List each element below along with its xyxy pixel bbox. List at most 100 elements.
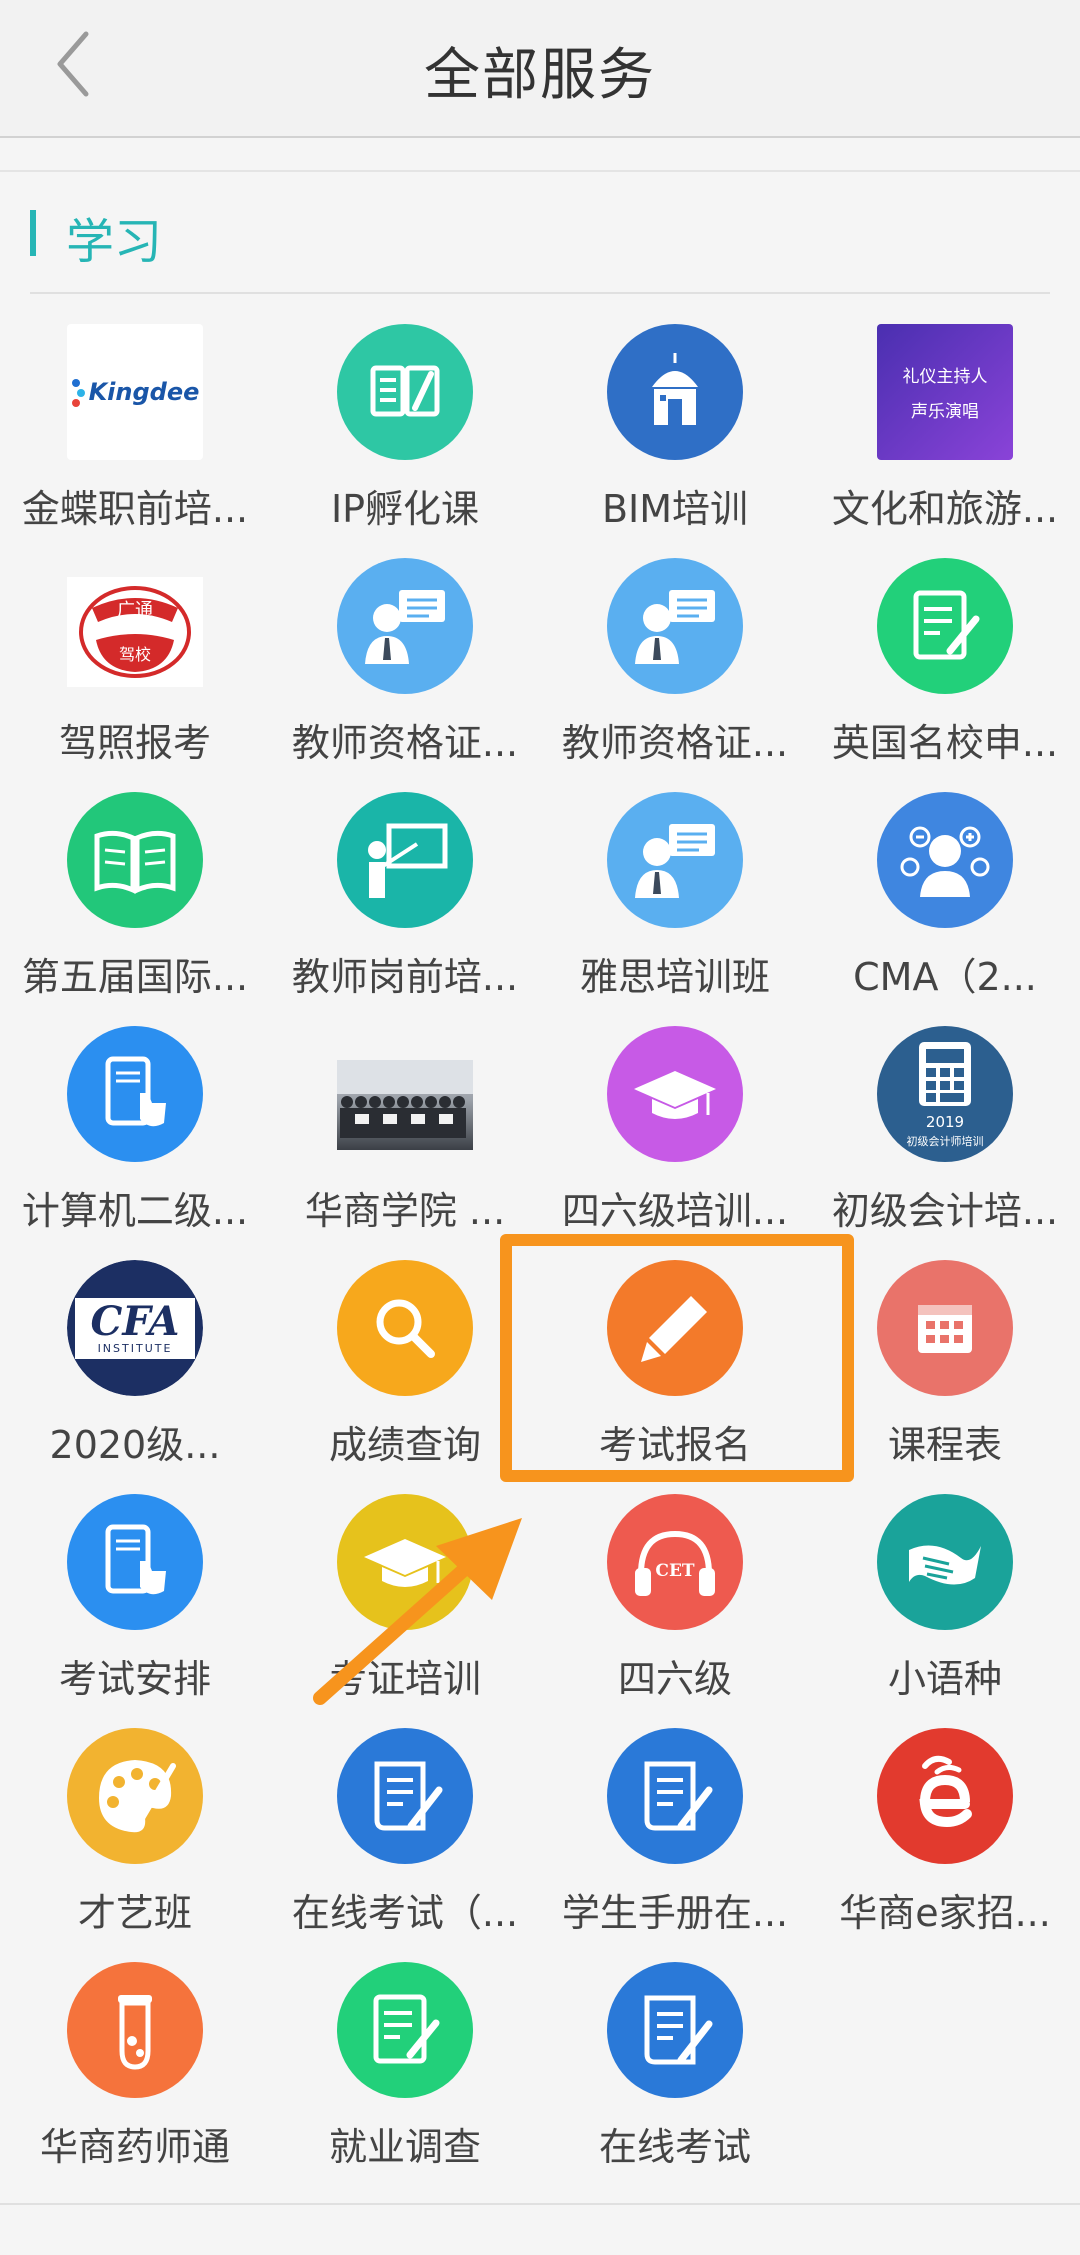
tablet-touch-icon bbox=[67, 1026, 203, 1162]
service-label: 四六级培训... bbox=[561, 1189, 789, 1233]
group-photo-thumbnail bbox=[337, 1026, 473, 1162]
graduation-cap-icon bbox=[607, 1026, 743, 1162]
service-tile[interactable]: 第五届国际... bbox=[0, 778, 270, 1012]
service-label: 教师资格证... bbox=[561, 721, 789, 765]
section-accent-bar bbox=[30, 210, 36, 256]
section-header: 学习 bbox=[0, 198, 1080, 294]
arrow-annotation-icon bbox=[313, 1518, 522, 1705]
service-tile[interactable]: 礼仪主持人声乐演唱文化和旅游... bbox=[810, 310, 1080, 544]
cfa-logo-text: CFA bbox=[90, 1297, 180, 1345]
e-logo-icon bbox=[877, 1728, 1013, 1864]
service-label: 英国名校申... bbox=[831, 721, 1059, 765]
service-label: 教师岗前培... bbox=[291, 955, 519, 999]
calculator-year-label: 2019 bbox=[926, 1113, 964, 1131]
service-label: 四六级 bbox=[617, 1657, 732, 1701]
page-title: 全部服务 bbox=[424, 43, 656, 108]
teacher-board-icon bbox=[337, 792, 473, 928]
app-header: 全部服务 bbox=[0, 0, 1080, 138]
service-tile[interactable]: 四六级培训... bbox=[540, 1012, 810, 1246]
service-tile[interactable]: 2019 初级会计师培训初级会计培... bbox=[810, 1012, 1080, 1246]
service-tile[interactable]: 广通 驾校 驾照报考 bbox=[0, 544, 270, 778]
service-tile[interactable]: 华商学院 ... bbox=[270, 1012, 540, 1246]
service-label: 小语种 bbox=[887, 1657, 1002, 1701]
test-tube-icon bbox=[67, 1962, 203, 2098]
book-pen-icon bbox=[337, 324, 473, 460]
service-tile[interactable]: 学生手册在... bbox=[540, 1714, 810, 1948]
service-tile[interactable]: 小语种 bbox=[810, 1480, 1080, 1714]
service-label: 在线考试（... bbox=[291, 1891, 519, 1935]
scroll-edit-icon bbox=[337, 1728, 473, 1864]
service-tile[interactable]: 英国名校申... bbox=[810, 544, 1080, 778]
tablet-touch-icon bbox=[67, 1494, 203, 1630]
service-label: 初级会计培... bbox=[831, 1189, 1059, 1233]
service-label: 华商学院 ... bbox=[304, 1189, 506, 1233]
service-tile[interactable]: Kingdee 金蝶职前培... bbox=[0, 310, 270, 544]
service-tile[interactable]: CMA（2... bbox=[810, 778, 1080, 1012]
scroll-edit-icon bbox=[607, 1962, 743, 2098]
cet-badge-label: CET bbox=[655, 1561, 694, 1581]
divider bbox=[0, 170, 1080, 172]
teacher-speech-icon bbox=[607, 558, 743, 694]
open-book-icon bbox=[67, 792, 203, 928]
service-tile[interactable]: 教师资格证... bbox=[270, 544, 540, 778]
service-label: 考试安排 bbox=[58, 1657, 211, 1701]
service-tile[interactable]: 教师资格证... bbox=[540, 544, 810, 778]
person-plus-icon bbox=[877, 792, 1013, 928]
service-tile[interactable]: 才艺班 bbox=[0, 1714, 270, 1948]
service-tile[interactable]: 考试安排 bbox=[0, 1480, 270, 1714]
service-label: BIM培训 bbox=[601, 487, 749, 531]
service-label: IP孵化课 bbox=[330, 487, 480, 531]
service-tile[interactable]: 华商药师通 bbox=[0, 1948, 270, 2182]
open-page-icon bbox=[877, 1494, 1013, 1630]
highlight-annotation-box bbox=[500, 1234, 854, 1482]
driving-school-top-text: 广通 bbox=[117, 600, 153, 621]
service-tile[interactable]: 华商e家招... bbox=[810, 1714, 1080, 1948]
section-title: 学习 bbox=[66, 214, 163, 270]
service-tile[interactable]: 就业调查 bbox=[270, 1948, 540, 2182]
service-label: 驾照报考 bbox=[58, 721, 211, 765]
service-tile[interactable]: 雅思培训班 bbox=[540, 778, 810, 1012]
divider bbox=[0, 2203, 1080, 2205]
service-label: 在线考试 bbox=[598, 2125, 751, 2169]
service-label: 成绩查询 bbox=[328, 1423, 481, 1467]
document-edit-icon bbox=[337, 1962, 473, 2098]
divider bbox=[30, 292, 1050, 294]
cfa-logo: CFA INSTITUTE bbox=[67, 1260, 203, 1396]
service-tile[interactable]: 在线考试（... bbox=[270, 1714, 540, 1948]
teacher-speech-icon bbox=[337, 558, 473, 694]
poster-line-2: 声乐演唱 bbox=[911, 402, 979, 422]
driving-school-bottom-text: 驾校 bbox=[119, 645, 151, 664]
service-label: 计算机二级... bbox=[21, 1189, 249, 1233]
service-tile[interactable]: 计算机二级... bbox=[0, 1012, 270, 1246]
service-tile[interactable]: CET 四六级 bbox=[540, 1480, 810, 1714]
service-tile[interactable]: 在线考试 bbox=[540, 1948, 810, 2182]
service-label: 就业调查 bbox=[328, 2125, 481, 2169]
calculator-caption: 初级会计师培训 bbox=[907, 1134, 984, 1148]
service-tile[interactable]: 教师岗前培... bbox=[270, 778, 540, 1012]
palette-icon bbox=[67, 1728, 203, 1864]
service-label: 才艺班 bbox=[77, 1891, 192, 1935]
service-tile[interactable]: IP孵化课 bbox=[270, 310, 540, 544]
search-icon bbox=[337, 1260, 473, 1396]
service-label: CMA（2... bbox=[853, 955, 1037, 999]
poster-line-1: 礼仪主持人 bbox=[902, 367, 988, 387]
poster-thumbnail: 礼仪主持人 声乐演唱 bbox=[877, 324, 1013, 460]
kingdee-logo: Kingdee bbox=[67, 324, 203, 460]
service-label: 华商e家招... bbox=[839, 1891, 1051, 1935]
service-label: 华商药师通 bbox=[39, 2125, 230, 2169]
teacher-speech-icon bbox=[607, 792, 743, 928]
kingdee-logo-text: Kingdee bbox=[88, 378, 200, 406]
headphones-cet-icon: CET bbox=[607, 1494, 743, 1630]
service-label: 文化和旅游... bbox=[831, 487, 1059, 531]
service-label: 第五届国际... bbox=[21, 955, 249, 999]
service-label: 学生手册在... bbox=[561, 1891, 789, 1935]
calculator-icon: 2019 初级会计师培训 bbox=[877, 1026, 1013, 1162]
service-label: 课程表 bbox=[887, 1423, 1002, 1467]
service-tile[interactable]: CFA INSTITUTE 2020级... bbox=[0, 1246, 270, 1480]
service-label: 金蝶职前培... bbox=[21, 487, 249, 531]
observatory-icon bbox=[607, 324, 743, 460]
service-label: 2020级... bbox=[49, 1423, 221, 1467]
calendar-icon bbox=[877, 1260, 1013, 1396]
service-label: 雅思培训班 bbox=[579, 955, 770, 999]
service-tile[interactable]: BIM培训 bbox=[540, 310, 810, 544]
